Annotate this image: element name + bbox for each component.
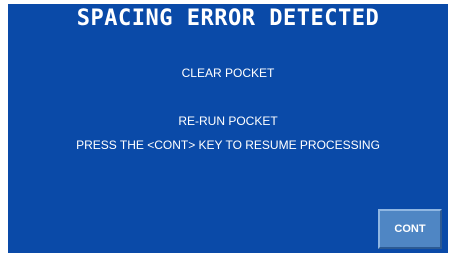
instruction-rerun-pocket: RE-RUN POCKET: [178, 114, 278, 128]
error-title: SPACING ERROR DETECTED: [76, 6, 380, 31]
error-screen: SPACING ERROR DETECTED CLEAR POCKET RE-R…: [8, 4, 448, 253]
instruction-resume: PRESS THE <CONT> KEY TO RESUME PROCESSIN…: [76, 138, 380, 152]
cont-button[interactable]: CONT: [378, 209, 442, 249]
instruction-clear-pocket: CLEAR POCKET: [181, 66, 275, 80]
